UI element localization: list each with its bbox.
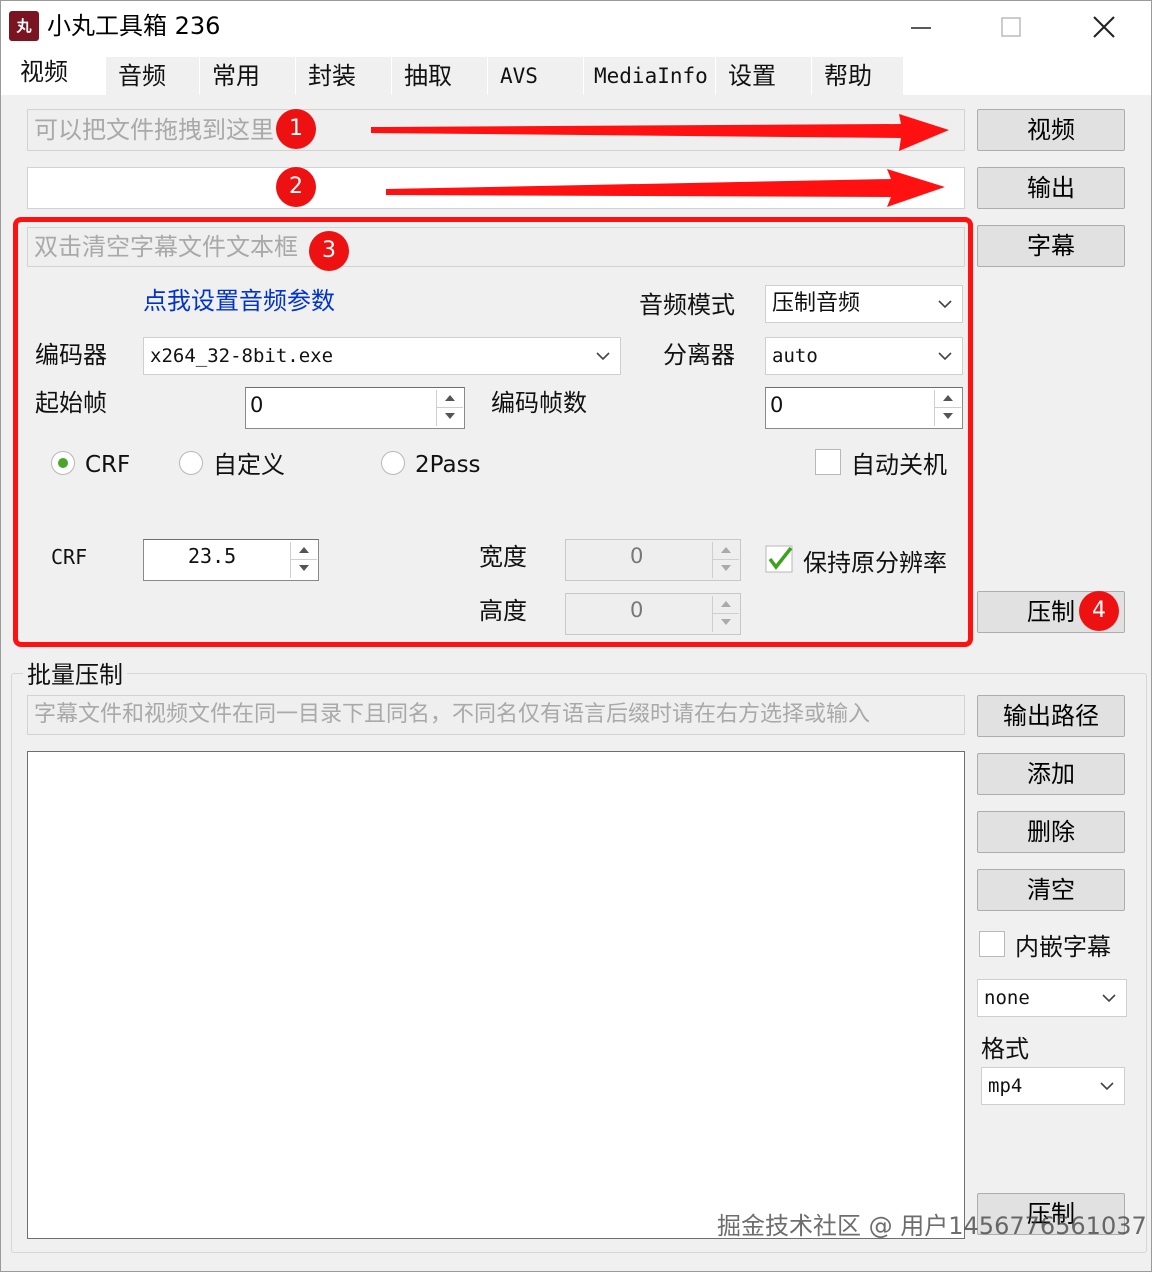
delete-button[interactable]: 删除 <box>977 811 1125 853</box>
annotation-badge-1: 1 <box>276 109 316 149</box>
subtitle-button[interactable]: 字幕 <box>977 225 1125 267</box>
annotation-badge-4: 4 <box>1079 591 1119 631</box>
batch-file-list[interactable] <box>27 751 965 1239</box>
subtitle-language-select[interactable]: none <box>977 979 1127 1017</box>
tab-common[interactable]: 常用 <box>199 57 295 95</box>
tab-video[interactable]: 视频 <box>7 53 105 95</box>
annotation-badge-2: 2 <box>276 167 316 207</box>
format-label: 格式 <box>981 1035 1029 1063</box>
batch-hint-placeholder: 字幕文件和视频文件在同一目录下且同名，不同名仅有语言后缀时请在右方选择或输入 <box>34 702 871 727</box>
app-logo-icon: 丸 <box>9 11 39 41</box>
tab-audio[interactable]: 音频 <box>105 57 199 95</box>
embed-subtitle-checkbox[interactable] <box>979 931 1005 957</box>
tab-settings[interactable]: 设置 <box>715 57 811 95</box>
embed-subtitle-label: 内嵌字幕 <box>1015 933 1111 961</box>
settings-highlight-box <box>13 217 973 647</box>
tab-bar: 视频 音频 常用 封装 抽取 AVS MediaInfo 设置 帮助 <box>1 51 1151 95</box>
add-button[interactable]: 添加 <box>977 753 1125 795</box>
video-input-placeholder: 可以把文件拖拽到这里 <box>34 116 274 144</box>
tab-extract[interactable]: 抽取 <box>391 57 487 95</box>
clear-button[interactable]: 清空 <box>977 869 1125 911</box>
format-select[interactable]: mp4 <box>981 1067 1125 1105</box>
format-value: mp4 <box>988 1075 1023 1097</box>
output-button[interactable]: 输出 <box>977 167 1125 209</box>
tab-help[interactable]: 帮助 <box>811 57 903 95</box>
tab-avs[interactable]: AVS <box>487 57 583 95</box>
video-button[interactable]: 视频 <box>977 109 1125 151</box>
minimize-icon[interactable] <box>901 7 941 47</box>
tab-mediainfo[interactable]: MediaInfo <box>583 57 715 95</box>
chevron-down-icon <box>1100 1082 1114 1091</box>
subtitle-language-value: none <box>984 987 1030 1009</box>
arrow-right-icon <box>371 114 949 207</box>
watermark-text: 掘金技术社区 @ 用户1456776561037 <box>717 1212 1147 1240</box>
chevron-down-icon <box>1102 994 1116 1003</box>
window-title: 小丸工具箱 236 <box>47 12 221 40</box>
batch-group-label: 批量压制 <box>23 659 127 691</box>
annotation-badge-3: 3 <box>309 231 349 271</box>
maximize-icon[interactable] <box>991 7 1031 47</box>
tab-mux[interactable]: 封装 <box>295 57 391 95</box>
batch-hint-input[interactable]: 字幕文件和视频文件在同一目录下且同名，不同名仅有语言后缀时请在右方选择或输入 <box>27 695 965 735</box>
output-path-button[interactable]: 输出路径 <box>977 695 1125 737</box>
app-window: 丸 小丸工具箱 236 视频 音频 常用 封装 抽取 AVS MediaInfo… <box>0 0 1152 1272</box>
title-bar: 丸 小丸工具箱 236 <box>1 1 1151 51</box>
close-icon[interactable] <box>1084 7 1124 47</box>
